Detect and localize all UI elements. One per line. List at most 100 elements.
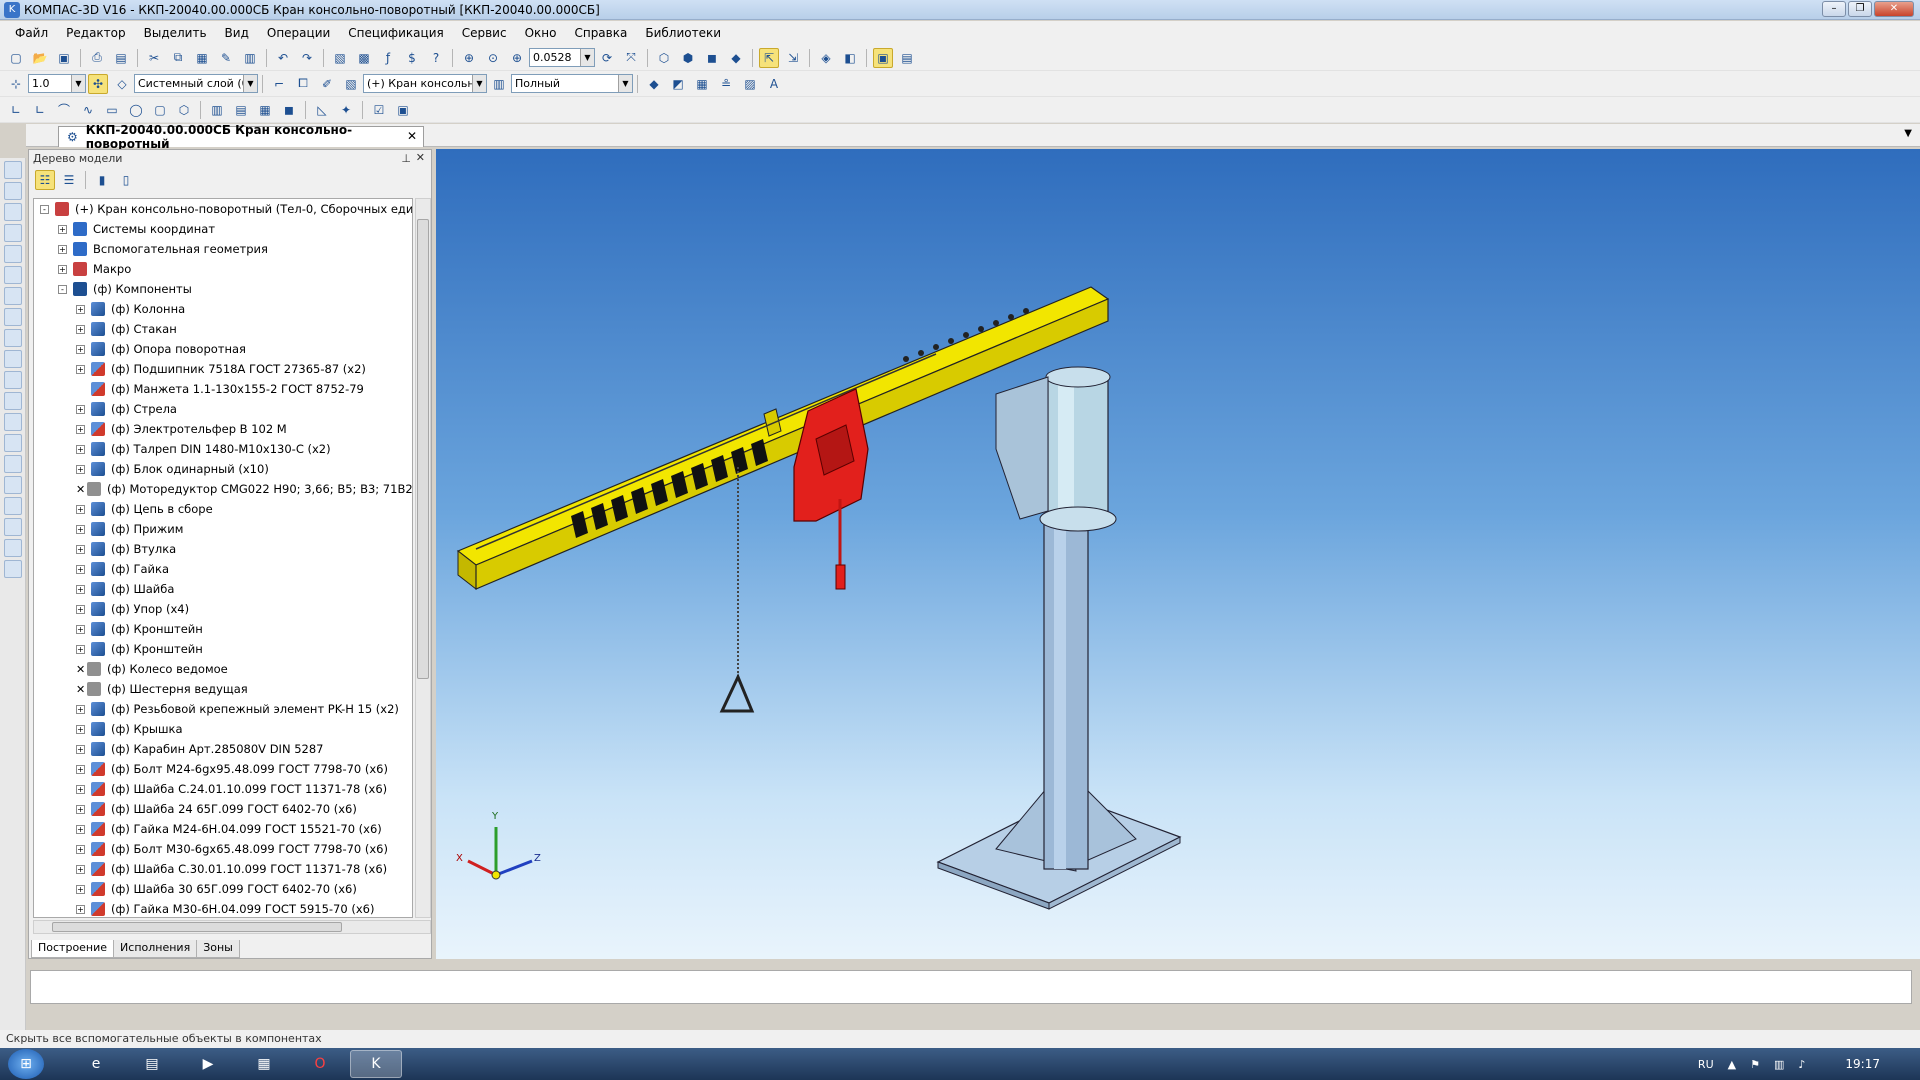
tree-item[interactable]: (ф) Манжета 1.1-130х155-2 ГОСТ 8752-79 bbox=[34, 379, 412, 399]
expand-icon[interactable]: + bbox=[76, 904, 85, 914]
expand-icon[interactable]: + bbox=[76, 424, 85, 434]
chevron-down-icon[interactable]: ▼ bbox=[580, 49, 594, 66]
dimension-tool-icon[interactable]: ◺ bbox=[312, 100, 332, 120]
report-tool-icon[interactable]: ▣ bbox=[393, 100, 413, 120]
layer-icon[interactable]: ◇ bbox=[112, 74, 132, 94]
expand-icon[interactable]: + bbox=[76, 604, 85, 614]
tree-structure-icon[interactable]: ☷ bbox=[35, 170, 55, 190]
tree-item[interactable]: + (ф) Резьбовой крепежный элемент PK-H 15… bbox=[34, 699, 412, 719]
calculator-icon[interactable]: ▥ bbox=[240, 48, 260, 68]
close-tab-icon[interactable]: ✕ bbox=[407, 129, 417, 143]
lang-indicator[interactable]: RU bbox=[1698, 1058, 1714, 1071]
tool-weld-icon[interactable] bbox=[4, 434, 22, 452]
crane-model-view[interactable] bbox=[436, 149, 1920, 959]
tree-document-icon[interactable]: ▮ bbox=[92, 170, 112, 190]
expand-icon[interactable]: + bbox=[58, 224, 67, 234]
tree-item[interactable]: + (ф) Колонна bbox=[34, 299, 412, 319]
tree-item[interactable]: + (ф) Втулка bbox=[34, 539, 412, 559]
tool-spec-icon[interactable] bbox=[4, 350, 22, 368]
variables-icon[interactable]: ƒ bbox=[378, 48, 398, 68]
document-tab[interactable]: ⚙ ККП-20040.00.000СБ Кран консольно-пово… bbox=[58, 123, 424, 151]
ie-icon[interactable]: e bbox=[70, 1050, 122, 1078]
tree-item[interactable]: + (ф) Шайба С.30.01.10.099 ГОСТ 11371-78 … bbox=[34, 859, 412, 879]
pin-icon[interactable]: ⊥ bbox=[401, 152, 411, 165]
tool-arrays-icon[interactable] bbox=[4, 245, 22, 263]
tree-item[interactable]: + Системы координат bbox=[34, 219, 412, 239]
tree-item[interactable]: + (ф) Гайка М30-6Н.04.099 ГОСТ 5915-70 (x… bbox=[34, 899, 412, 917]
start-button[interactable]: ⊞ bbox=[8, 1049, 44, 1079]
model-tree[interactable]: - (+) Кран консольно-поворотный (Тел-0, С… bbox=[33, 198, 413, 918]
tree-item[interactable]: + (ф) Шайба bbox=[34, 579, 412, 599]
parameters-icon[interactable]: ▤ bbox=[897, 48, 917, 68]
circle-tool-icon[interactable]: ◯ bbox=[126, 100, 146, 120]
tree-item[interactable]: + (ф) Шайба С.24.01.10.099 ГОСТ 11371-78 … bbox=[34, 779, 412, 799]
copy-icon[interactable]: ⧉ bbox=[168, 48, 188, 68]
manager-icon[interactable]: ▧ bbox=[330, 48, 350, 68]
tree-item[interactable]: + (ф) Блок одинарный (x10) bbox=[34, 459, 412, 479]
chevron-down-icon[interactable]: ▼ bbox=[472, 75, 486, 92]
tool-surfaces-icon[interactable] bbox=[4, 224, 22, 242]
color-icon[interactable]: ◆ bbox=[644, 74, 664, 94]
expand-icon[interactable]: + bbox=[76, 884, 85, 894]
style-icon[interactable]: ≗ bbox=[716, 74, 736, 94]
tree-item[interactable]: + (ф) Упор (x4) bbox=[34, 599, 412, 619]
tree-view-mode-icon[interactable]: ☰ bbox=[59, 170, 79, 190]
tree-item[interactable]: + (ф) Болт М30-6gx65.48.099 ГОСТ 7798-70 … bbox=[34, 839, 412, 859]
tree-item[interactable]: + (ф) Цепь в сборе bbox=[34, 499, 412, 519]
tool-edit-icon[interactable] bbox=[4, 182, 22, 200]
tree-item[interactable]: ✕ (ф) Моторедуктор CMG022 H90; 3,66; B5; … bbox=[34, 479, 412, 499]
expand-icon[interactable]: + bbox=[58, 264, 67, 274]
hidden-lines-icon[interactable]: ⬢ bbox=[678, 48, 698, 68]
menu-edit[interactable]: Редактор bbox=[66, 26, 125, 40]
arc-tool-icon[interactable]: ⌒ bbox=[54, 100, 74, 120]
square-tool-icon[interactable]: ▢ bbox=[150, 100, 170, 120]
expand-icon[interactable]: + bbox=[76, 404, 85, 414]
tree-item[interactable]: + (ф) Гайка bbox=[34, 559, 412, 579]
grid-icon[interactable]: ⊹ bbox=[6, 74, 26, 94]
network-icon[interactable]: ▥ bbox=[1774, 1058, 1784, 1071]
tab-build[interactable]: Построение bbox=[31, 940, 115, 958]
export-icon[interactable]: ▨ bbox=[740, 74, 760, 94]
expand-icon[interactable]: + bbox=[76, 364, 85, 374]
tree-vertical-scrollbar[interactable] bbox=[415, 198, 431, 918]
media-player-icon[interactable]: ▶ bbox=[182, 1050, 234, 1078]
tree-item[interactable]: ✕ (ф) Шестерня ведущая bbox=[34, 679, 412, 699]
menu-operations[interactable]: Операции bbox=[267, 26, 330, 40]
new-document-icon[interactable]: ▢ bbox=[6, 48, 26, 68]
array-tool-icon[interactable]: ▥ bbox=[207, 100, 227, 120]
orientation-icon[interactable]: ⤧ bbox=[621, 48, 641, 68]
tree-item[interactable]: + (ф) Опора поворотная bbox=[34, 339, 412, 359]
chevron-down-icon[interactable]: ▼ bbox=[243, 75, 257, 92]
tool-design-icon[interactable] bbox=[4, 497, 22, 515]
menu-select[interactable]: Выделить bbox=[144, 26, 207, 40]
tool-measure-icon[interactable] bbox=[4, 308, 22, 326]
maximize-button[interactable]: ❐ bbox=[1848, 1, 1872, 17]
expand-icon[interactable]: + bbox=[76, 444, 85, 454]
line-tool-icon[interactable]: ∟ bbox=[6, 100, 26, 120]
clock[interactable]: 19:17 bbox=[1845, 1057, 1880, 1071]
tree-item[interactable]: + (ф) Гайка М24-6Н.04.099 ГОСТ 15521-70 (… bbox=[34, 819, 412, 839]
tree-horizontal-scrollbar[interactable] bbox=[33, 920, 431, 934]
tree-item[interactable]: + Вспомогательная геометрия bbox=[34, 239, 412, 259]
local-cs-icon[interactable]: ⌐ bbox=[269, 74, 289, 94]
tree-item[interactable]: + (ф) Прижим bbox=[34, 519, 412, 539]
scroll-thumb[interactable] bbox=[417, 219, 429, 679]
cut-icon[interactable]: ✂ bbox=[144, 48, 164, 68]
volume-icon[interactable]: ♪ bbox=[1798, 1058, 1805, 1071]
explorer-icon[interactable]: ▤ bbox=[126, 1050, 178, 1078]
attributes-icon[interactable]: ▦ bbox=[692, 74, 712, 94]
open-icon[interactable]: 📂 bbox=[30, 48, 50, 68]
collapse-icon[interactable]: - bbox=[58, 284, 67, 294]
shaded-edges-icon[interactable]: ◆ bbox=[726, 48, 746, 68]
chevron-down-icon[interactable]: ▼ bbox=[71, 75, 85, 92]
tree-filter-icon[interactable]: ▯ bbox=[116, 170, 136, 190]
tool-sketch-icon[interactable] bbox=[4, 161, 22, 179]
expand-icon[interactable]: + bbox=[76, 344, 85, 354]
expand-icon[interactable]: + bbox=[76, 504, 85, 514]
menu-libraries[interactable]: Библиотеки bbox=[645, 26, 721, 40]
tab-zones[interactable]: Зоны bbox=[196, 940, 240, 958]
tool-analysis-icon[interactable] bbox=[4, 518, 22, 536]
measure-icon[interactable]: $ bbox=[402, 48, 422, 68]
select-filter-icon[interactable]: ⇱ bbox=[759, 47, 779, 68]
expand-icon[interactable]: + bbox=[58, 244, 67, 254]
